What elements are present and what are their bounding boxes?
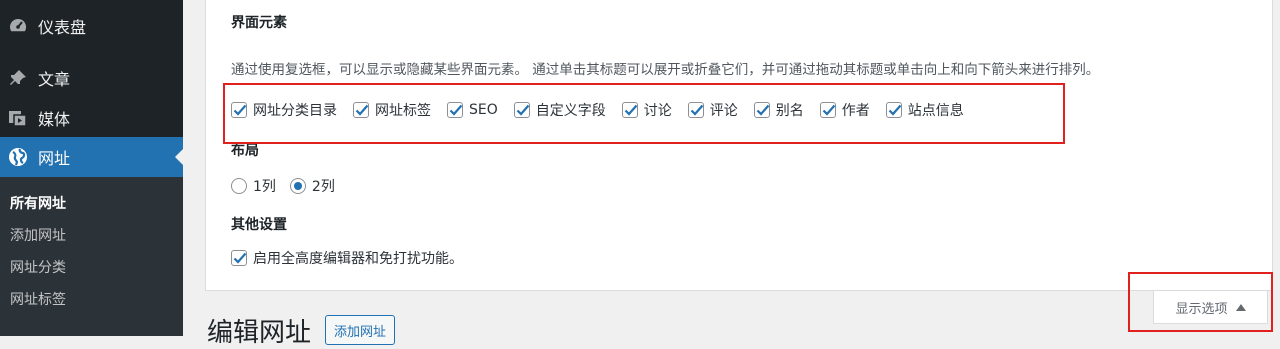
fullscreen-editor-checkbox[interactable]: 启用全高度编辑器和免打扰功能。 bbox=[231, 248, 463, 268]
admin-sidebar: 仪表盘 文章 媒体 网址 所有网址 添加网址 网址分类 网址标签 bbox=[0, 0, 183, 336]
sidebar-item-label: 仪表盘 bbox=[38, 18, 87, 37]
sidebar-item-dashboard[interactable]: 仪表盘 bbox=[0, 6, 183, 46]
media-icon bbox=[8, 108, 28, 128]
radio-label: 2列 bbox=[311, 179, 335, 195]
pin-icon bbox=[8, 68, 28, 88]
checkbox-box[interactable] bbox=[231, 250, 247, 266]
submenu-item-url-categories[interactable]: 网址分类 bbox=[10, 257, 66, 277]
screen-options-label: 显示选项 bbox=[1175, 301, 1228, 317]
other-settings-row: 启用全高度编辑器和免打扰功能。 bbox=[231, 247, 479, 269]
checkbox-label: 启用全高度编辑器和免打扰功能。 bbox=[253, 251, 463, 267]
sidebar-item-urls[interactable]: 网址 bbox=[0, 137, 183, 177]
caret-up-icon bbox=[1235, 303, 1246, 311]
add-url-button[interactable]: 添加网址 bbox=[325, 315, 396, 345]
highlight-box-checkboxes bbox=[223, 83, 1065, 144]
screen-options-panel: 界面元素 通过使用复选框，可以显示或隐藏某些界面元素。 通过单击其标题可以展开或… bbox=[205, 0, 1273, 291]
submenu-item-all-urls[interactable]: 所有网址 bbox=[10, 193, 66, 213]
active-pointer bbox=[175, 149, 183, 165]
layout-radio-option[interactable]: 1列 bbox=[231, 176, 276, 196]
radio-label: 1列 bbox=[253, 179, 276, 195]
radio-button[interactable] bbox=[289, 178, 306, 194]
screen-options-toggle-button[interactable]: 显示选项 bbox=[1153, 291, 1268, 324]
sidebar-item-posts[interactable]: 文章 bbox=[0, 58, 183, 98]
submenu-item-add-url[interactable]: 添加网址 bbox=[10, 225, 66, 245]
layout-radio-option[interactable]: 2列 bbox=[289, 176, 335, 196]
page-title: 编辑网址 bbox=[207, 318, 312, 348]
sidebar-item-label: 文章 bbox=[38, 70, 71, 89]
sidebar-item-label: 网址 bbox=[38, 149, 71, 168]
globe-icon bbox=[8, 147, 28, 167]
boxes-section-title: 界面元素 bbox=[231, 15, 287, 31]
submenu-item-url-tags[interactable]: 网址标签 bbox=[10, 289, 66, 309]
boxes-description: 通过使用复选框，可以显示或隐藏某些界面元素。 通过单击其标题可以展开或折叠它们，… bbox=[231, 62, 1100, 78]
sidebar-item-label: 媒体 bbox=[38, 110, 71, 129]
dashboard-icon bbox=[8, 16, 28, 36]
layout-radio-group: 1列 2列 bbox=[231, 175, 349, 197]
sidebar-submenu: 所有网址 添加网址 网址分类 网址标签 bbox=[0, 177, 183, 336]
radio-button[interactable] bbox=[231, 178, 247, 194]
sidebar-item-media[interactable]: 媒体 bbox=[0, 98, 183, 138]
checkmark-icon bbox=[233, 252, 247, 264]
other-section-title: 其他设置 bbox=[231, 217, 287, 233]
